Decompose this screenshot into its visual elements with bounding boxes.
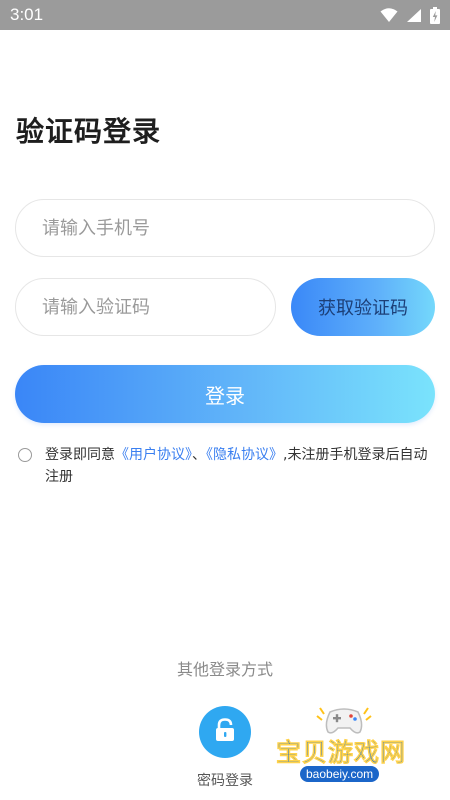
status-time: 3:01 [10, 5, 44, 24]
status-icons [380, 6, 440, 24]
phone-field[interactable] [15, 199, 435, 257]
agreement-prefix: 登录即同意 [45, 447, 115, 463]
password-login-button[interactable] [199, 706, 251, 758]
password-login-label: 密码登录 [197, 773, 253, 789]
page-title: 验证码登录 [16, 115, 162, 148]
verification-code-input[interactable] [42, 296, 275, 318]
password-login-option[interactable]: 密码登录 [195, 706, 255, 790]
verification-code-field[interactable] [15, 278, 276, 336]
user-agreement-link[interactable]: 《用户协议》 [115, 447, 192, 463]
battery-charging-icon [430, 6, 440, 24]
other-login-title: 其他登录方式 [176, 660, 273, 679]
get-code-button[interactable]: 获取验证码 [291, 278, 435, 336]
unlock-icon [214, 718, 236, 746]
agreement: 登录即同意《用户协议》、《隐私协议》,未注册手机登录后自动注册 [18, 444, 448, 488]
signal-icon [406, 8, 422, 23]
privacy-agreement-link[interactable]: 《隐私协议》 [206, 447, 283, 463]
status-bar: 3:01 [0, 0, 450, 30]
wifi-icon [380, 7, 398, 23]
login-button[interactable]: 登录 [15, 365, 435, 423]
agreement-separator: 、 [192, 447, 206, 463]
watermark: 宝贝游戏网 baobeiy.com [272, 700, 422, 795]
agreement-radio[interactable] [18, 448, 32, 462]
watermark-url: baobeiy.com [300, 766, 380, 782]
agreement-text: 登录即同意《用户协议》、《隐私协议》,未注册手机登录后自动注册 [45, 444, 437, 488]
phone-input[interactable] [42, 217, 434, 239]
watermark-text: 宝贝游戏网 [276, 738, 407, 768]
